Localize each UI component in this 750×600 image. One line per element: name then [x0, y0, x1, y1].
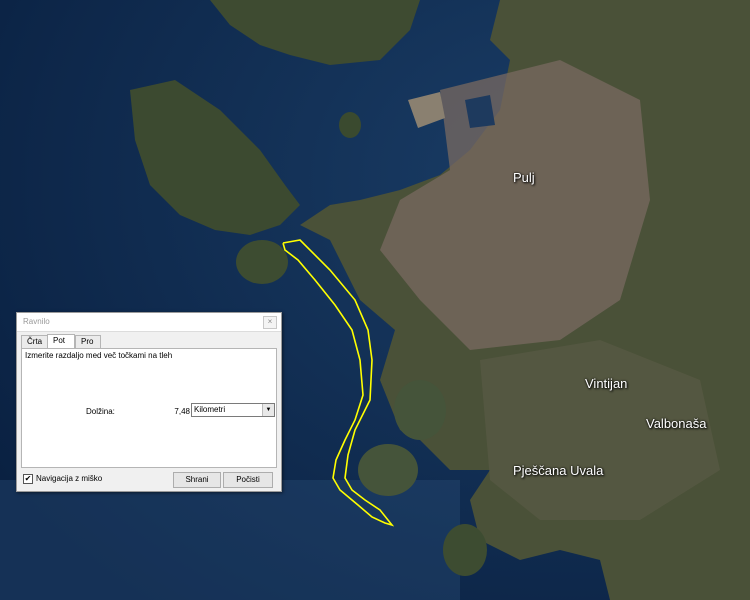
close-icon[interactable]: × — [263, 316, 277, 329]
units-selected-value: Kilometri — [194, 405, 226, 414]
satellite-map[interactable] — [0, 0, 750, 600]
map-label-valbonasa: Valbonaša — [646, 416, 707, 431]
chevron-down-icon[interactable]: ▼ — [262, 404, 274, 416]
mouse-navigation-option[interactable]: ✔ Navigacija z miško — [23, 474, 102, 484]
mouse-navigation-checkbox[interactable]: ✔ — [23, 474, 33, 484]
ruler-dialog: Ravnilo × Črta Pot Pro Izmerite razdaljo… — [16, 312, 282, 492]
map-label-pulj: Pulj — [513, 170, 535, 185]
length-label: Dolžina: — [86, 407, 115, 416]
units-select[interactable]: Kilometri ▼ — [191, 403, 275, 417]
clear-button[interactable]: Počisti — [223, 472, 273, 488]
dialog-title: Ravnilo — [23, 317, 50, 326]
dialog-titlebar[interactable]: Ravnilo × — [17, 313, 281, 332]
map-label-vintijan: Vintijan — [585, 376, 628, 391]
map-label-pjescana-uvala: Pješčana Uvala — [513, 463, 604, 478]
mouse-navigation-label: Navigacija z miško — [36, 474, 103, 484]
instructions-text: Izmerite razdaljo med več točkami na tle… — [25, 351, 173, 360]
tab-pot[interactable]: Pot — [47, 334, 75, 348]
length-value: 7,48 — [174, 407, 190, 416]
save-button[interactable]: Shrani — [173, 472, 221, 488]
tab-panel-pot: Izmerite razdaljo med več točkami na tle… — [21, 348, 277, 468]
tab-pro[interactable]: Pro — [75, 335, 101, 348]
